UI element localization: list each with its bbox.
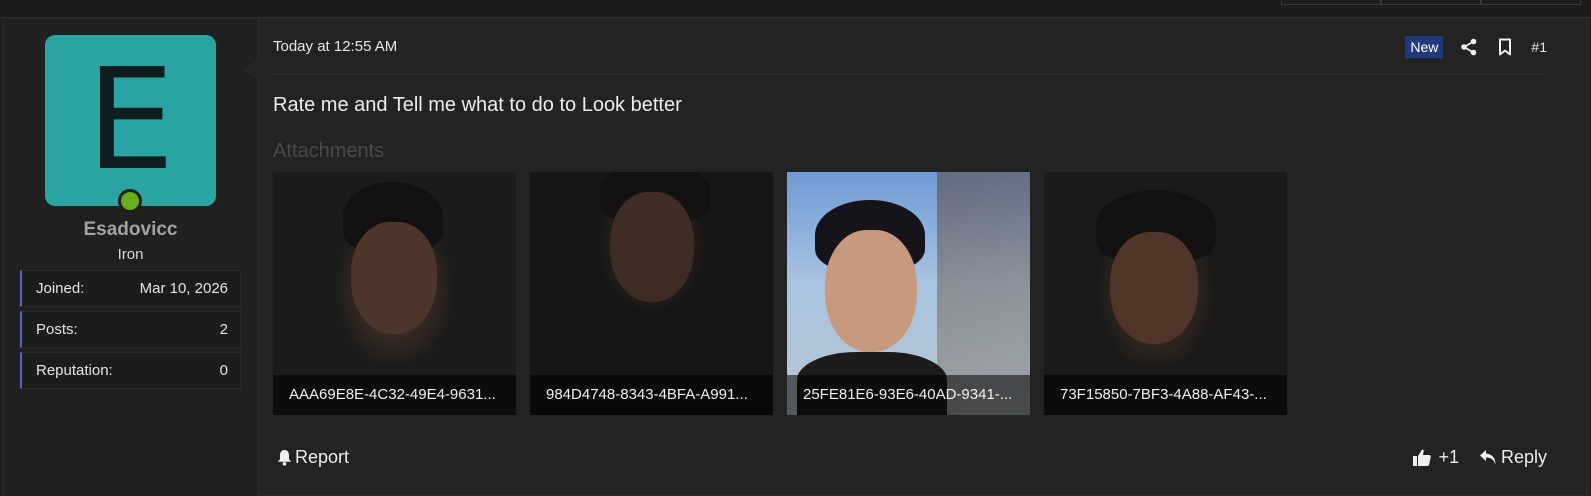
new-badge: New: [1405, 36, 1444, 58]
attachment-thumbnail[interactable]: 73F15850-7BF3-4A88-AF43-...: [1044, 172, 1287, 415]
like-label: +1: [1438, 447, 1459, 467]
stat-value: 0: [219, 362, 228, 379]
photo-detail: [351, 222, 437, 334]
post-actions: Report +1 Reply: [273, 445, 1547, 475]
avatar-letter: E: [86, 39, 175, 202]
stat-reputation: Reputation: 0: [20, 352, 241, 389]
stat-label: Reputation:: [36, 362, 113, 379]
bookmark-icon[interactable]: [1495, 37, 1515, 57]
like-button[interactable]: +1: [1412, 447, 1459, 468]
post-actions-right: +1 Reply: [1392, 447, 1547, 468]
attachment-filename: 984D4748-8343-4BFA-A991...: [530, 375, 773, 415]
message: Today at 12:55 AM New #1 Rate me and Tel…: [273, 19, 1547, 496]
attribution-actions: New #1: [1405, 35, 1547, 59]
attachment-thumbnail[interactable]: AAA69E8E-4C32-49E4-9631...: [273, 172, 516, 415]
thumbs-up-icon: [1412, 448, 1432, 467]
online-indicator: [118, 189, 142, 213]
attachments-label: Attachments: [273, 140, 385, 162]
post-body: Rate me and Tell me what to do to Look b…: [273, 94, 682, 116]
attachments-list: AAA69E8E-4C32-49E4-9631... 984D4748-8343…: [273, 172, 1301, 415]
user-title: Iron: [117, 246, 144, 263]
stat-posts: Posts: 2: [20, 311, 241, 348]
attachment-thumbnail[interactable]: 984D4748-8343-4BFA-A991...: [530, 172, 773, 415]
top-tabs: [1281, 0, 1581, 5]
post-date[interactable]: Today at 12:55 AM: [273, 38, 397, 55]
photo-detail: [610, 192, 694, 302]
photo-detail: [1110, 232, 1198, 344]
message-attribution: Today at 12:55 AM New #1: [273, 19, 1547, 75]
user-stats: Joined: Mar 10, 2026 Posts: 2 Reputation…: [20, 270, 241, 393]
share-icon[interactable]: [1459, 37, 1479, 57]
attachment-filename: 73F15850-7BF3-4A88-AF43-...: [1044, 375, 1287, 415]
message-arrow: [244, 59, 259, 81]
avatar[interactable]: E: [45, 35, 216, 213]
bell-icon: [277, 449, 292, 466]
attachment-filename: AAA69E8E-4C32-49E4-9631...: [273, 375, 516, 415]
report-button[interactable]: Report: [277, 447, 349, 468]
username[interactable]: Esadovicc: [4, 219, 257, 241]
photo-detail: [825, 230, 917, 352]
reply-icon: [1479, 449, 1497, 466]
stat-label: Posts:: [36, 321, 78, 338]
post: E Esadovicc Iron Joined: Mar 10, 2026 Po…: [3, 18, 1589, 496]
stat-value: Mar 10, 2026: [139, 280, 228, 297]
stat-value: 2: [219, 321, 228, 338]
top-strip: [0, 0, 1591, 18]
post-number[interactable]: #1: [1531, 39, 1547, 55]
reply-label: Reply: [1500, 447, 1547, 467]
reply-button[interactable]: Reply: [1479, 447, 1547, 468]
stat-label: Joined:: [36, 280, 85, 297]
attachment-filename: 25FE81E6-93E6-40AD-9341-...: [787, 375, 1030, 415]
report-label: Report: [295, 447, 350, 467]
attachment-thumbnail[interactable]: 25FE81E6-93E6-40AD-9341-...: [787, 172, 1030, 415]
stat-joined: Joined: Mar 10, 2026: [20, 270, 241, 307]
user-cell: E Esadovicc Iron Joined: Mar 10, 2026 Po…: [4, 19, 259, 496]
